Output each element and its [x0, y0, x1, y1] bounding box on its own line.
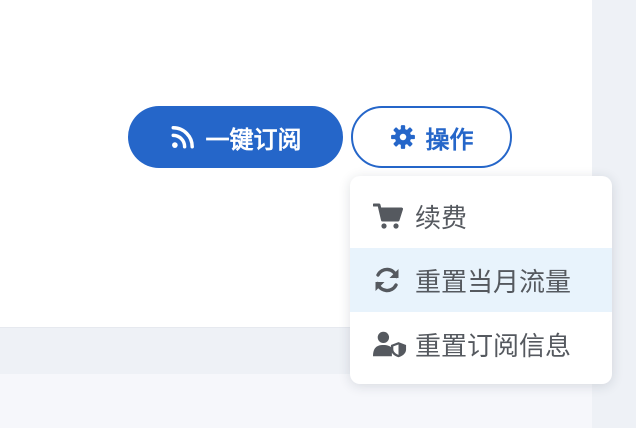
one-click-subscribe-label: 一键订阅	[205, 125, 302, 154]
menu-item-reset-subscription-info[interactable]: 重置订阅信息	[350, 312, 612, 376]
rss-icon	[170, 124, 196, 150]
menu-item-reset-monthly-traffic[interactable]: 重置当月流量	[350, 248, 612, 312]
menu-item-reset-subscription-info-label: 重置订阅信息	[415, 331, 572, 362]
one-click-subscribe-button[interactable]: 一键订阅	[128, 106, 343, 168]
operations-dropdown-menu: 续费 重置当月流量 重置订阅信息	[350, 176, 612, 384]
gear-icon	[390, 124, 416, 150]
operations-dropdown-button[interactable]: 操作	[351, 106, 512, 168]
user-shield-icon	[373, 330, 407, 358]
menu-item-renew-label: 续费	[415, 203, 468, 234]
sync-icon	[373, 266, 407, 294]
menu-item-reset-monthly-traffic-label: 重置当月流量	[415, 267, 572, 298]
operations-label: 操作	[425, 125, 474, 154]
cart-icon	[373, 202, 407, 230]
menu-item-renew[interactable]: 续费	[350, 184, 612, 248]
